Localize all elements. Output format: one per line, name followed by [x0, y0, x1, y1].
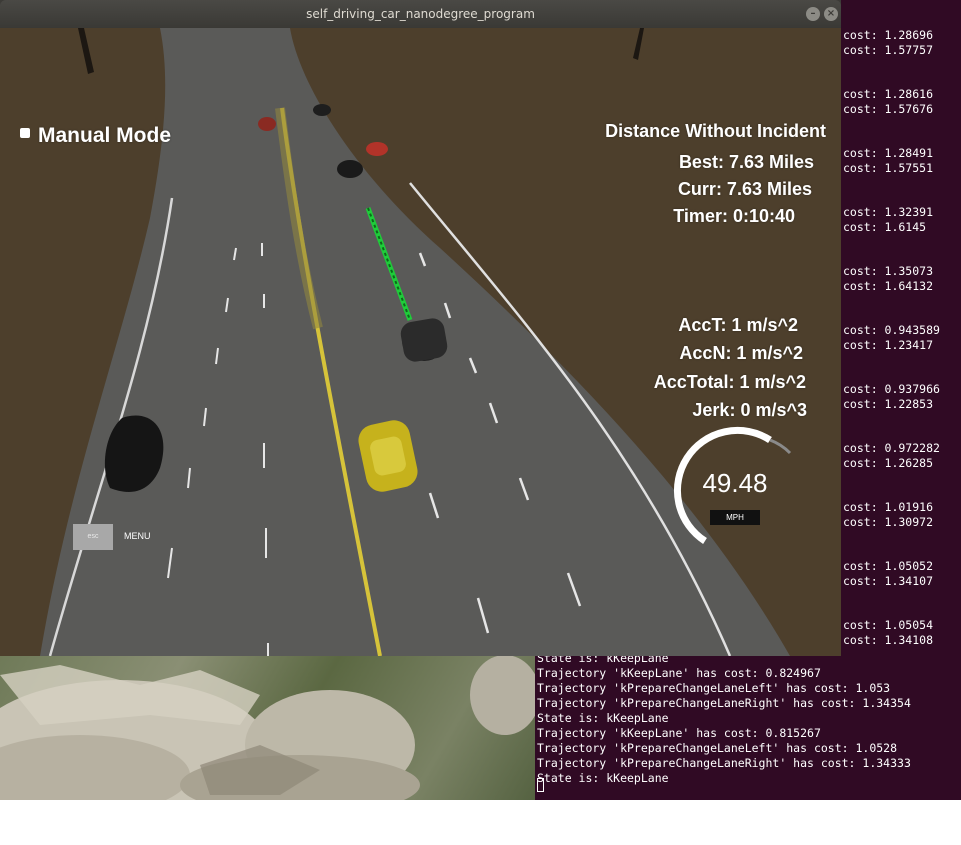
- terminal-line: cost: 1.23417: [843, 338, 934, 352]
- tangential-acceleration: AccT: 1 m/s^2: [678, 315, 798, 335]
- terminal-line: Trajectory 'kPrepareChangeLaneLeft' has …: [537, 741, 898, 755]
- terminal-line: cost: 1.6145: [843, 220, 927, 234]
- terminal-line: cost: 1.57676: [843, 102, 934, 116]
- terminal-cursor: [537, 778, 544, 792]
- terminal-line: cost: 1.05052: [843, 559, 934, 573]
- terminal-line: cost: 1.01916: [843, 500, 934, 514]
- speed-value: 49.48: [702, 468, 768, 498]
- jerk-readout: Jerk: 0 m/s^3: [692, 400, 807, 420]
- terminal-line: cost: 1.32391: [843, 205, 934, 219]
- terminal-line: State is: kKeepLane: [537, 771, 669, 785]
- terminal-line: cost: 0.943589: [843, 323, 940, 337]
- terminal-line: cost: 1.28616: [843, 87, 934, 101]
- terminal-line: cost: 1.30972: [843, 515, 934, 529]
- terminal-line: cost: 1.22853: [843, 397, 934, 411]
- terminal-line: cost: 1.34108: [843, 633, 934, 647]
- best-distance: Best: 7.63 Miles: [678, 152, 814, 172]
- terminal-line: Trajectory 'kPrepareChangeLaneRight' has…: [537, 696, 911, 710]
- terminal-line: Trajectory 'kPrepareChangeLaneLeft' has …: [537, 681, 891, 695]
- terminal-line: cost: 1.28696: [843, 28, 934, 42]
- close-button[interactable]: ×: [824, 7, 838, 21]
- terminal-line: cost: 1.57551: [843, 161, 934, 175]
- menu-label: MENU: [124, 531, 151, 541]
- terminal-line: cost: 1.34107: [843, 574, 934, 588]
- timer: Timer: 0:10:40: [673, 206, 795, 226]
- esc-button[interactable]: esc: [73, 524, 113, 550]
- terminal-line: cost: 1.57757: [843, 43, 934, 57]
- terminal-line: Trajectory 'kKeepLane' has cost: 0.81526…: [537, 726, 821, 740]
- simulator-window[interactable]: self_driving_car_nanodegree_program – ×: [0, 0, 841, 656]
- window-title: self_driving_car_nanodegree_program: [306, 7, 535, 21]
- terminal-line: cost: 0.937966: [843, 382, 940, 396]
- terminal-line: cost: 1.05054: [843, 618, 934, 632]
- terminal-line: cost: 1.64132: [843, 279, 934, 293]
- window-titlebar[interactable]: self_driving_car_nanodegree_program – ×: [0, 0, 841, 28]
- speed-unit: MPH: [710, 510, 760, 525]
- minimize-button[interactable]: –: [806, 7, 820, 21]
- wallpaper-rocks-image: [0, 655, 535, 800]
- terminal-line: cost: 0.972282: [843, 441, 940, 455]
- normal-acceleration: AccN: 1 m/s^2: [679, 343, 803, 363]
- distance-title: Distance Without Incident: [605, 121, 826, 141]
- terminal-line: cost: 1.26285: [843, 456, 934, 470]
- terminal-line: State is: kKeepLane: [537, 711, 669, 725]
- simulator-viewport: Manual Mode Distance Without Incident Be…: [0, 28, 841, 656]
- terminal-line: cost: 1.35073: [843, 264, 934, 278]
- mode-indicator-icon: [20, 128, 30, 138]
- mode-label: Manual Mode: [38, 124, 172, 147]
- total-acceleration: AccTotal: 1 m/s^2: [653, 372, 806, 392]
- terminal-line: Trajectory 'kPrepareChangeLaneRight' has…: [537, 756, 911, 770]
- current-distance: Curr: 7.63 Miles: [677, 179, 812, 199]
- terminal-line: Trajectory 'kKeepLane' has cost: 0.82496…: [537, 666, 821, 680]
- terminal-line: cost: 1.28491: [843, 146, 934, 160]
- desktop-wallpaper: [0, 655, 535, 800]
